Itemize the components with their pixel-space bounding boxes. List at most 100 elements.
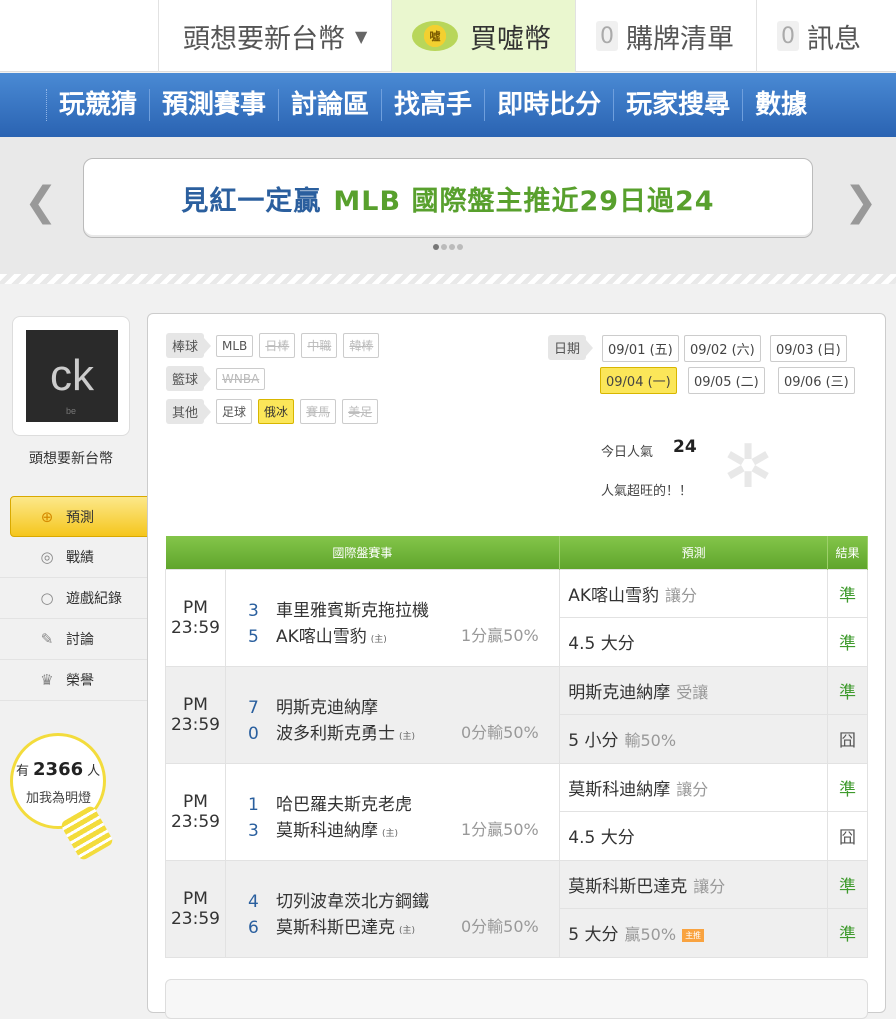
match-teams[interactable]: 4 切列波韋茨北方鋼鐵 6 莫斯科斯巴達克 (主) 0分輸50% [224, 859, 561, 958]
prediction-total: 5 小分 輸50% [559, 714, 829, 764]
prediction-spread: 明斯克迪納摩 受讓 [559, 665, 829, 715]
match-teams[interactable]: 1 哈巴羅夫斯克老虎 3 莫斯科迪納摩 (主) 1分贏50% [224, 762, 561, 861]
nav-predict[interactable]: 預測賽事 [149, 89, 278, 121]
table-row: PM 23:59 1 哈巴羅夫斯克老虎 3 莫斯科迪納摩 (主) 1分贏50% 莫斯科迪納摩讓… [165, 762, 868, 861]
prediction-type: 讓分 [693, 876, 726, 896]
prediction-total-value: 4.5 大分 [568, 828, 635, 849]
menu-item-game-log[interactable]: ○ 遊戲紀錄 [0, 578, 160, 619]
messages-button[interactable]: 0 訊息 [756, 0, 896, 72]
home-score: 3 [247, 820, 259, 841]
result-spread: 準 [827, 762, 868, 812]
popularity-sub: 人氣超旺的！！ [601, 484, 693, 499]
nav-experts[interactable]: 找高手 [381, 89, 484, 121]
prediction-team: 明斯克迪納摩 [568, 682, 671, 703]
host-mark: (主) [370, 634, 387, 645]
filter-tag-mlb[interactable]: MLB [216, 334, 254, 357]
away-team: 1 哈巴羅夫斯克老虎 [248, 790, 412, 815]
chevron-right-icon[interactable]: ❯ [844, 179, 878, 225]
medal-icon: ♛ [40, 671, 54, 689]
coin-label: 買噓幣 [470, 23, 551, 55]
filter-tag-khl[interactable]: 俄冰 [258, 399, 295, 424]
date-tag-selected[interactable]: 09/04 (一) [600, 367, 677, 394]
away-team-name: 哈巴羅夫斯克老虎 [275, 794, 412, 815]
col-header-match: 國際盤賽事 [165, 536, 561, 569]
result-spread: 準 [827, 859, 868, 909]
date-tag[interactable]: 09/06 (三) [778, 367, 855, 394]
date-tag[interactable]: 09/01 (五) [602, 335, 679, 362]
carousel-dot[interactable] [441, 244, 447, 250]
user-dropdown[interactable]: 頭想要新台幣 ▼ [158, 0, 391, 72]
nav-player-search[interactable]: 玩家搜尋 [613, 89, 742, 121]
category-label: 籃球 [166, 366, 212, 391]
profile-username: 頭想要新台幣 [29, 451, 113, 467]
nav-live-score[interactable]: 即時比分 [484, 89, 613, 121]
home-team: 3 莫斯科迪納摩 (主) [248, 816, 398, 841]
match-teams[interactable]: 7 明斯克迪納摩 0 波多利斯克勇士 (主) 0分輸50% [224, 665, 561, 764]
filter-row-basketball: 籃球 WNBA [166, 366, 266, 391]
avatar-logo-sub: be [66, 406, 77, 416]
away-team-name: 車里雅賓斯克拖拉機 [275, 600, 429, 621]
category-label: 棒球 [166, 333, 212, 358]
nav-stats[interactable]: 數據 [742, 89, 819, 121]
prediction-type: 讓分 [665, 585, 698, 605]
filter-tag-cpbl: 中職 [301, 333, 338, 358]
avatar-logo: ck [50, 351, 94, 400]
date-tag[interactable]: 09/02 (六) [684, 335, 761, 362]
filter-tag-wnba: WNBA [216, 367, 266, 390]
host-mark: (主) [398, 731, 415, 742]
profile-menu: ⊕ 預測 ◎ 戰績 ○ 遊戲紀錄 ✎ 討論 ♛ 榮譽 [0, 496, 168, 701]
nav-play-guess[interactable]: 玩競猜 [46, 89, 149, 121]
main-nav: 玩競猜 預測賽事 討論區 找高手 即時比分 玩家搜尋 數據 [0, 73, 896, 137]
banner-title: 見紅一定贏 [181, 185, 322, 217]
result-spread: 準 [827, 568, 868, 618]
handicap-result: 0分輸50% [460, 722, 539, 742]
date-tag[interactable]: 09/03 (日) [770, 335, 847, 362]
filter-tag-soccer[interactable]: 足球 [216, 399, 253, 424]
chevron-down-icon: ▼ [355, 26, 368, 46]
follow-link[interactable]: 加我為明燈 [26, 787, 91, 806]
edit-icon: ✎ [40, 630, 54, 648]
nav-forum[interactable]: 討論區 [278, 89, 381, 121]
away-team: 7 明斯克迪納摩 [248, 693, 378, 718]
table-row: PM 23:59 4 切列波韋茨北方鋼鐵 6 莫斯科斯巴達克 (主) 0分輸50% 莫斯科斯巴… [165, 859, 868, 958]
buy-coin-button[interactable]: 噓 買噓幣 [391, 0, 575, 72]
banner-slide[interactable]: 見紅一定贏 MLB 國際盤主推近29日過24 [83, 158, 813, 238]
menu-item-label: 遊戲紀錄 [66, 591, 122, 607]
prediction-total: 5 大分 贏50% 主推 [559, 908, 829, 958]
menu-item-honor[interactable]: ♛ 榮譽 [0, 660, 160, 701]
carousel-dot[interactable] [457, 244, 463, 250]
away-team-name: 切列波韋茨北方鋼鐵 [275, 891, 429, 912]
away-score: 3 [247, 600, 259, 621]
home-team-name: AK喀山雪豹 [275, 626, 367, 647]
carousel-dot[interactable] [433, 244, 439, 250]
prediction-total: 4.5 大分 [559, 617, 829, 667]
target-icon: ⊕ [40, 507, 54, 526]
chevron-left-icon[interactable]: ❮ [24, 179, 58, 225]
handicap-result: 1分贏50% [460, 625, 539, 645]
menu-item-predict[interactable]: ⊕ 預測 [10, 496, 168, 537]
filter-row-other: 其他 足球 俄冰 賽馬 美足 [166, 399, 379, 424]
carousel-dot[interactable] [449, 244, 455, 250]
user-label: 頭想要新台幣 [183, 23, 345, 55]
prediction-table: 國際盤賽事 預測 結果 PM 23:59 3 車里雅賓斯克拖拉機 5 AK喀山雪豹 (主)… [165, 536, 868, 958]
away-score: 7 [247, 697, 259, 718]
fans-number: 2366 [33, 759, 84, 780]
away-team-name: 明斯克迪納摩 [275, 697, 378, 718]
circle-icon: ○ [40, 589, 54, 607]
home-team-name: 莫斯科迪納摩 [275, 820, 378, 841]
avatar[interactable]: ck be [26, 330, 118, 422]
match-time: PM 23:59 [165, 665, 226, 764]
match-teams[interactable]: 3 車里雅賓斯克拖拉機 5 AK喀山雪豹 (主) 1分贏50% [224, 568, 561, 667]
menu-item-record[interactable]: ◎ 戰績 [0, 537, 160, 578]
date-tag[interactable]: 09/05 (二) [688, 367, 765, 394]
home-team-name: 莫斯科斯巴達克 [275, 917, 395, 938]
menu-item-discuss[interactable]: ✎ 討論 [0, 619, 160, 660]
away-score: 4 [247, 891, 259, 912]
result-total: 囧 [827, 714, 868, 764]
prediction-spread: 莫斯科斯巴達克 讓分 [559, 859, 829, 909]
prediction-spread: AK喀山雪豹 讓分 [559, 568, 829, 618]
purchase-list-button[interactable]: 0 購牌清單 [575, 0, 756, 72]
col-header-result: 結果 [827, 536, 868, 569]
match-time: PM 23:59 [165, 568, 226, 667]
carousel-dots [433, 244, 463, 250]
